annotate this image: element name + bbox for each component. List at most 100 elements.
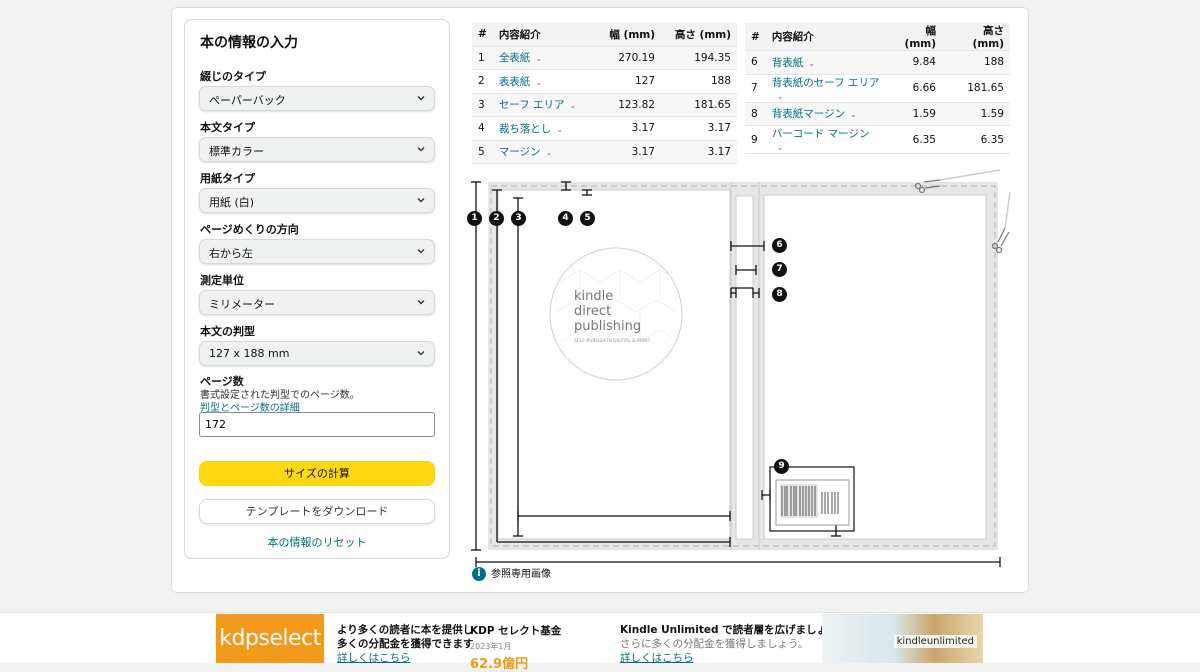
col-description: 内容紹介 xyxy=(765,23,886,51)
unit-select[interactable]: ミリメーター xyxy=(199,290,435,315)
chevron-down-icon: ⌄ xyxy=(569,101,577,111)
trim-select[interactable]: 127 x 188 mm xyxy=(199,341,435,366)
row-height: 3.17 xyxy=(661,116,737,141)
row-name[interactable]: 背表紙 ⌄ xyxy=(765,50,886,75)
row-name[interactable]: バーコード マージン ⌄ xyxy=(765,125,886,154)
cut-guide xyxy=(1004,191,1011,229)
table-row: 6 背表紙 ⌄ 9.84 188 xyxy=(745,50,1010,75)
chevron-down-icon xyxy=(417,249,425,254)
paper-select[interactable]: 用紙 (白) xyxy=(199,188,435,213)
fund-date: 2023年1月 xyxy=(470,642,512,651)
interior-select[interactable]: 標準カラー xyxy=(199,137,435,162)
row-name-text: マージン xyxy=(498,146,541,159)
chevron-down-icon: ⌄ xyxy=(535,77,543,87)
kdp-select-logo[interactable]: kdpselect xyxy=(216,614,324,663)
chevron-down-icon xyxy=(417,300,425,305)
col-number: # xyxy=(745,23,766,51)
row-name[interactable]: マージン ⌄ xyxy=(492,140,591,164)
table-row: 3 セーフ エリア ⌄ 123.82 181.65 xyxy=(472,93,737,117)
row-name-text: バーコード マージン xyxy=(771,128,870,140)
interior-label: 本文タイプ xyxy=(200,121,255,134)
promo-line-2: 多くの分配金を獲得できます xyxy=(337,638,474,650)
kindle-unlimited-banner[interactable]: kindleunlimited xyxy=(822,614,983,663)
row-name[interactable]: 裁ち落とし ⌄ xyxy=(492,116,591,141)
fund-title: KDP セレクト基金 xyxy=(470,625,562,637)
col-description: 内容紹介 xyxy=(492,23,591,47)
chevron-down-icon: ⌄ xyxy=(535,54,543,64)
chevron-down-icon: ⌄ xyxy=(776,91,784,101)
row-height: 181.65 xyxy=(661,93,737,117)
spec-table-right: # 内容紹介 幅 (mm) 高さ (mm) 6 背表紙 ⌄ 9.84 188 7 … xyxy=(745,23,1010,154)
col-width: 幅 (mm) xyxy=(886,23,942,51)
row-width: 1.59 xyxy=(886,102,942,126)
reference-note-text: 参照専用画像 xyxy=(491,569,551,580)
book-info-form: 本の情報の入力 綴じのタイプ ペーパーバック 本文タイプ 標準カラー 用紙タイプ… xyxy=(184,19,450,559)
calculate-size-button[interactable]: サイズの計算 xyxy=(199,461,435,486)
row-width: 270.19 xyxy=(591,46,661,70)
row-number: 7 xyxy=(745,74,766,103)
trim-label: 本文の判型 xyxy=(200,325,255,338)
kdp-logo-kindle: kindle xyxy=(574,289,613,304)
row-width: 123.82 xyxy=(591,93,661,117)
marker-3: 3 xyxy=(511,211,526,226)
download-template-button[interactable]: テンプレートをダウンロード xyxy=(199,499,435,524)
kindle-unlimited-logo: kindleunlimited xyxy=(893,635,977,648)
row-name-text: 背表紙マージン xyxy=(771,108,846,121)
row-height: 3.17 xyxy=(661,140,737,164)
table-row: 5 マージン ⌄ 3.17 3.17 xyxy=(472,140,737,164)
trim-select-value: 127 x 188 mm xyxy=(209,347,290,360)
binding-label: 綴じのタイプ xyxy=(200,70,266,83)
row-height: 1.59 xyxy=(942,102,1010,126)
reference-note: i 参照専用画像 xyxy=(472,565,551,581)
unit-label: 測定単位 xyxy=(200,274,244,287)
page-count-input[interactable] xyxy=(199,412,435,437)
chevron-down-icon: ⌄ xyxy=(776,143,784,152)
promo-kindle-unlimited: Kindle Unlimited で読者層を広げましょう。 さらに多くの分配金を… xyxy=(620,623,848,665)
row-height: 188 xyxy=(942,50,1010,75)
row-name[interactable]: 背表紙マージン ⌄ xyxy=(765,102,886,126)
row-number: 3 xyxy=(472,93,493,117)
row-height: 194.35 xyxy=(661,46,737,70)
row-name-text: 背表紙のセーフ エリア xyxy=(771,76,880,89)
row-number: 5 xyxy=(472,140,493,164)
unit-select-value: ミリメーター xyxy=(209,298,275,311)
binding-select[interactable]: ペーパーバック xyxy=(199,86,435,111)
row-width: 3.17 xyxy=(591,116,661,141)
row-number: 1 xyxy=(472,46,493,70)
chevron-down-icon xyxy=(417,147,425,152)
row-name-text: 全表紙 xyxy=(498,52,531,65)
row-name[interactable]: 背表紙のセーフ エリア ⌄ xyxy=(765,74,886,103)
reset-book-info-link[interactable]: 本の情報のリセット xyxy=(185,534,449,550)
row-name-text: 背表紙 xyxy=(771,56,804,69)
marker-4: 4 xyxy=(558,211,573,226)
promo-kdp-select: より多くの読者に本を提供し 多くの分配金を獲得できます 詳しくはこちら xyxy=(337,623,474,665)
ku-subtitle: さらに多くの分配金を獲得しましょう。 xyxy=(620,638,809,650)
chevron-down-icon xyxy=(417,198,425,203)
col-height: 高さ (mm) xyxy=(661,23,737,47)
binding-select-value: ペーパーバック xyxy=(209,94,286,107)
row-width: 9.84 xyxy=(886,50,942,75)
row-number: 4 xyxy=(472,116,493,141)
promo-line-1: より多くの読者に本を提供し xyxy=(337,624,474,636)
col-height: 高さ (mm) xyxy=(942,23,1010,51)
marker-9: 9 xyxy=(774,459,789,474)
chevron-down-icon: ⌄ xyxy=(850,110,857,120)
table-row: 8 背表紙マージン ⌄ 1.59 1.59 xyxy=(745,102,1010,126)
marker-8: 8 xyxy=(772,287,787,302)
row-name[interactable]: 全表紙 ⌄ xyxy=(492,46,591,70)
chevron-down-icon xyxy=(417,96,425,101)
chevron-down-icon: ⌄ xyxy=(545,148,553,158)
paper-select-value: 用紙 (白) xyxy=(209,196,255,209)
row-name-text: 裁ち落とし xyxy=(498,122,552,135)
chevron-down-icon xyxy=(417,351,425,356)
kdp-logo-tagline: SELF-PUBLISH IN DIGITAL & PRINT xyxy=(574,338,651,344)
direction-select[interactable]: 右から左 xyxy=(199,239,435,264)
kdp-logo-publishing: publishing xyxy=(574,319,641,334)
marker-7: 7 xyxy=(772,262,787,277)
direction-select-value: 右から左 xyxy=(209,247,253,260)
marker-6: 6 xyxy=(772,238,787,253)
row-number: 2 xyxy=(472,69,493,94)
row-name[interactable]: 表表紙 ⌄ xyxy=(492,69,591,94)
row-number: 8 xyxy=(745,102,766,126)
row-name[interactable]: セーフ エリア ⌄ xyxy=(492,93,591,117)
